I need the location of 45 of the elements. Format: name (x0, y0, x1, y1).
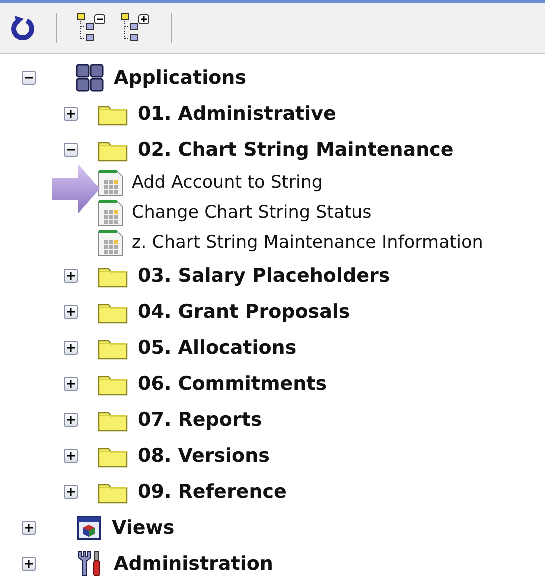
collapse-toggle[interactable] (64, 143, 78, 157)
expand-toggle[interactable] (64, 449, 78, 463)
expand-toggle[interactable] (64, 269, 78, 283)
plus-icon (67, 272, 75, 280)
tree-item-label[interactable]: z. Chart String Maintenance Information (132, 233, 484, 253)
tree-item-label[interactable]: Add Account to String (132, 173, 324, 193)
tree-item-label[interactable]: Administration (114, 553, 274, 575)
spreadsheet-icon (98, 169, 124, 197)
plus-icon (67, 452, 75, 460)
plus-icon (67, 380, 75, 388)
expand-toggle[interactable] (64, 485, 78, 499)
plus-icon (67, 308, 75, 316)
plus-icon (67, 110, 75, 118)
tree-item-label[interactable]: 01. Administrative (138, 103, 336, 125)
expand-toggle[interactable] (22, 557, 36, 571)
spreadsheet-icon (98, 199, 124, 227)
plus-icon (67, 488, 75, 496)
tree-item-label[interactable]: 05. Allocations (138, 337, 297, 359)
tree-item-label[interactable]: 08. Versions (138, 445, 270, 467)
expand-toggle[interactable] (64, 107, 78, 121)
tree-item-label[interactable]: Views (112, 517, 175, 539)
spreadsheet-icon (98, 229, 124, 257)
tree-item-label[interactable]: 04. Grant Proposals (138, 301, 350, 323)
grid-icon (76, 64, 104, 92)
expand-tree-icon (121, 13, 151, 43)
expand-toggle[interactable] (64, 341, 78, 355)
tree-item-label[interactable]: 03. Salary Placeholders (138, 265, 390, 287)
tree-item-label[interactable]: Change Chart String Status (132, 203, 372, 223)
tree-item-label[interactable]: 07. Reports (138, 409, 262, 431)
tree-item-label[interactable]: 09. Reference (138, 481, 287, 503)
window-cube-icon (76, 515, 102, 541)
tree-item-label[interactable]: 06. Commitments (138, 373, 328, 395)
plus-icon (67, 344, 75, 352)
expand-toggle[interactable] (64, 377, 78, 391)
collapse-toggle[interactable] (22, 71, 36, 85)
collapse-tree-icon (77, 13, 107, 43)
plus-icon (67, 416, 75, 424)
plus-icon (25, 524, 33, 532)
expand-toggle[interactable] (64, 305, 78, 319)
expand-toggle[interactable] (22, 521, 36, 535)
refresh-icon (10, 14, 36, 42)
expand-toggle[interactable] (64, 413, 78, 427)
plus-icon (25, 560, 33, 568)
tree-item-label[interactable]: 02. Chart String Maintenance (138, 139, 454, 161)
tree-item-label[interactable]: Applications (114, 67, 246, 89)
